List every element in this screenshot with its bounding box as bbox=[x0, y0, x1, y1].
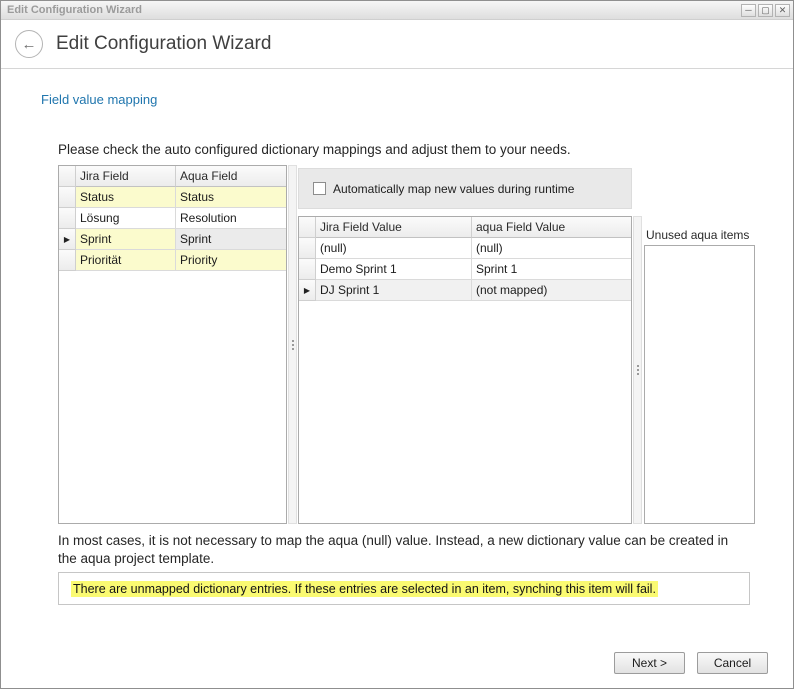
vertical-splitter[interactable] bbox=[633, 216, 642, 524]
unused-aqua-items-list[interactable] bbox=[644, 245, 755, 524]
row-marker-arrow-icon: ▶ bbox=[64, 235, 70, 244]
warning-box: There are unmapped dictionary entries. I… bbox=[58, 572, 750, 605]
row-marker[interactable] bbox=[299, 238, 316, 259]
page-title: Edit Configuration Wizard bbox=[56, 33, 271, 55]
cell-jira-field[interactable]: Sprint bbox=[76, 229, 176, 250]
column-header-aqua-field[interactable]: Aqua Field bbox=[176, 166, 286, 187]
runtime-map-checkbox[interactable] bbox=[313, 182, 326, 195]
runtime-map-checkbox-label[interactable]: Automatically map new values during runt… bbox=[333, 182, 574, 196]
window-controls: ─ ▢ ✕ bbox=[741, 4, 790, 17]
cell-aqua-field[interactable]: Sprint bbox=[176, 229, 286, 250]
unused-aqua-items-label: Unused aqua items bbox=[646, 228, 749, 242]
row-marker[interactable] bbox=[299, 259, 316, 280]
cell-aqua-value[interactable]: Sprint 1 bbox=[472, 259, 631, 280]
cell-jira-field[interactable]: Lösung bbox=[76, 208, 176, 229]
row-marker-current[interactable]: ▶ bbox=[59, 229, 76, 250]
column-header-aqua-field-value[interactable]: aqua Field Value bbox=[472, 217, 631, 238]
cell-aqua-field[interactable]: Resolution bbox=[176, 208, 286, 229]
section-title: Field value mapping bbox=[41, 92, 157, 107]
value-table-header: Jira Field Value aqua Field Value bbox=[299, 217, 631, 238]
next-button[interactable]: Next > bbox=[614, 652, 685, 674]
cell-jira-value[interactable]: (null) bbox=[316, 238, 472, 259]
cell-aqua-value[interactable]: (not mapped) bbox=[472, 280, 631, 301]
cell-jira-value[interactable]: Demo Sprint 1 bbox=[316, 259, 472, 280]
table-row[interactable]: Priorität Priority bbox=[59, 250, 286, 271]
wizard-header: ← Edit Configuration Wizard bbox=[1, 20, 793, 69]
row-marker-current[interactable]: ▶ bbox=[299, 280, 316, 301]
table-row[interactable]: ▶ DJ Sprint 1 (not mapped) bbox=[299, 280, 631, 301]
titlebar-title: Edit Configuration Wizard bbox=[7, 4, 142, 16]
splitter-grip-icon bbox=[637, 365, 639, 367]
instruction-text: Please check the auto configured diction… bbox=[58, 142, 571, 157]
vertical-splitter[interactable] bbox=[288, 165, 297, 524]
table-row[interactable]: Demo Sprint 1 Sprint 1 bbox=[299, 259, 631, 280]
cell-aqua-field[interactable]: Status bbox=[176, 187, 286, 208]
row-marker[interactable] bbox=[59, 250, 76, 271]
wizard-window: Edit Configuration Wizard ─ ▢ ✕ ← Edit C… bbox=[0, 0, 794, 689]
minimize-icon[interactable]: ─ bbox=[741, 4, 756, 17]
row-marker-arrow-icon: ▶ bbox=[304, 286, 310, 295]
warning-text: There are unmapped dictionary entries. I… bbox=[71, 581, 658, 597]
titlebar: Edit Configuration Wizard ─ ▢ ✕ bbox=[1, 1, 793, 20]
note-text: In most cases, it is not necessary to ma… bbox=[58, 532, 750, 568]
column-header-jira-field-value[interactable]: Jira Field Value bbox=[316, 217, 472, 238]
row-marker[interactable] bbox=[59, 208, 76, 229]
splitter-grip-icon bbox=[292, 340, 294, 342]
maximize-icon[interactable]: ▢ bbox=[758, 4, 773, 17]
field-table-header: Jira Field Aqua Field bbox=[59, 166, 286, 187]
cancel-button[interactable]: Cancel bbox=[697, 652, 768, 674]
cell-jira-field[interactable]: Status bbox=[76, 187, 176, 208]
back-button[interactable]: ← bbox=[15, 30, 43, 58]
table-row[interactable]: ▶ Sprint Sprint bbox=[59, 229, 286, 250]
value-mapping-table: Jira Field Value aqua Field Value (null)… bbox=[298, 216, 632, 524]
row-header-corner bbox=[299, 217, 316, 238]
runtime-mapping-panel: Automatically map new values during runt… bbox=[298, 168, 632, 209]
cell-jira-field[interactable]: Priorität bbox=[76, 250, 176, 271]
back-arrow-icon: ← bbox=[22, 36, 37, 53]
table-row[interactable]: Lösung Resolution bbox=[59, 208, 286, 229]
cell-aqua-field[interactable]: Priority bbox=[176, 250, 286, 271]
cell-aqua-value[interactable]: (null) bbox=[472, 238, 631, 259]
table-row[interactable]: (null) (null) bbox=[299, 238, 631, 259]
table-row[interactable]: Status Status bbox=[59, 187, 286, 208]
column-header-jira-field[interactable]: Jira Field bbox=[76, 166, 176, 187]
close-icon[interactable]: ✕ bbox=[775, 4, 790, 17]
cell-jira-value[interactable]: DJ Sprint 1 bbox=[316, 280, 472, 301]
field-mapping-table: Jira Field Aqua Field Status Status Lösu… bbox=[58, 165, 287, 524]
row-marker[interactable] bbox=[59, 187, 76, 208]
row-header-corner bbox=[59, 166, 76, 187]
